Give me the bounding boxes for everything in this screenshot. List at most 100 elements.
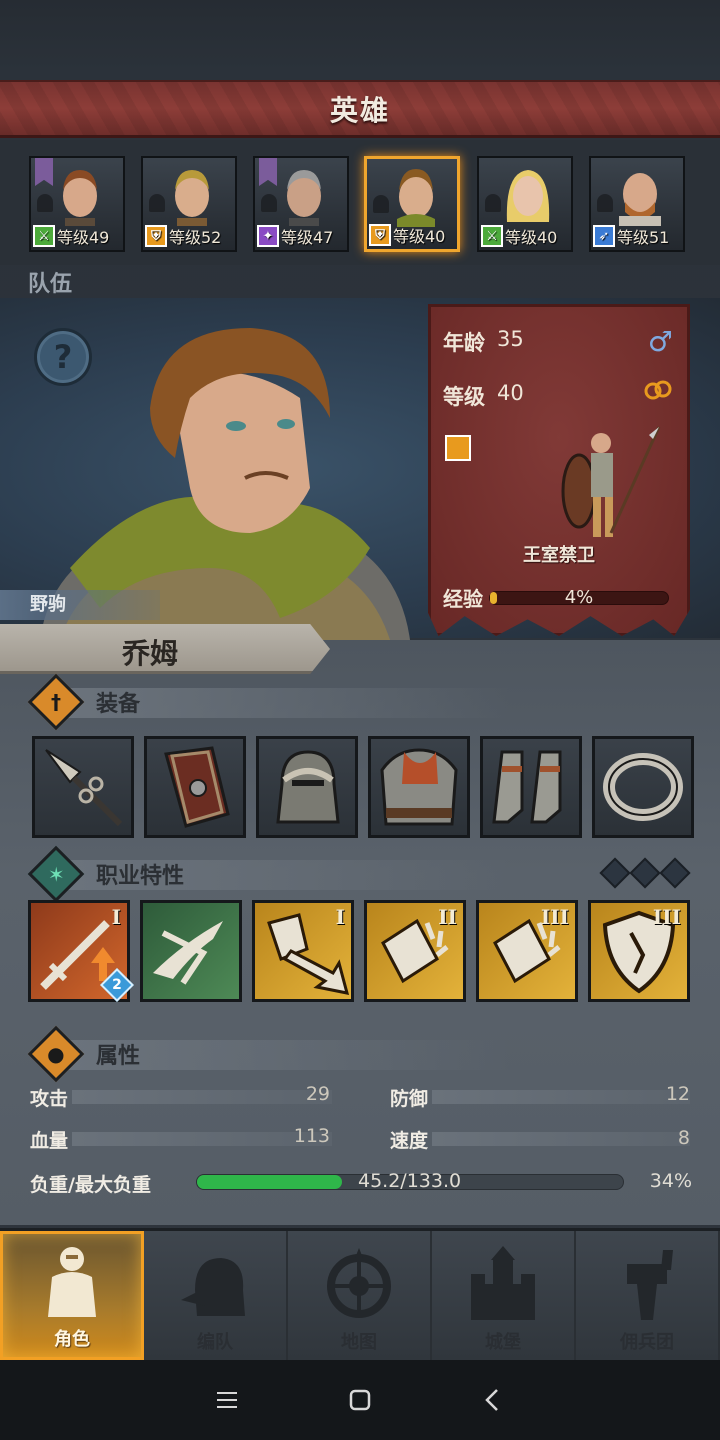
ring-icon[interactable] [643, 379, 673, 401]
person-icon: ● [27, 1025, 85, 1083]
skill-rank: I [111, 905, 121, 929]
mini-figure-icon [485, 194, 501, 212]
traits-title: 职业特性 [96, 864, 185, 889]
hero-name: 乔姆 [122, 637, 179, 670]
nav-mercenary[interactable]: 佣兵团 [576, 1231, 720, 1360]
equip-slot-weapon[interactable] [32, 736, 134, 838]
class-badge-icon: ➶ [593, 225, 615, 247]
home-button[interactable] [340, 1380, 380, 1420]
home-icon [349, 1389, 371, 1411]
page-title: 英雄 [329, 93, 390, 127]
defense-value: 12 [665, 1083, 690, 1105]
exp-bar: 4% [489, 587, 669, 608]
mini-figure-icon [37, 194, 53, 212]
skill-shield-bash-1[interactable]: I [252, 900, 354, 1002]
male-icon: ♂ [647, 325, 673, 358]
banner-flag-icon [35, 158, 53, 186]
nav-formation[interactable]: 编队 [144, 1231, 288, 1360]
level-label: 等级 [443, 385, 485, 409]
speed-value: 8 [677, 1127, 690, 1149]
hero-portrait [287, 170, 321, 226]
hero-portrait [619, 173, 661, 226]
equip-slot-armor[interactable] [368, 736, 470, 838]
menu-button[interactable] [207, 1380, 247, 1420]
age-value: 35 [497, 327, 524, 351]
trait-skills: I 2 I II III III [28, 900, 690, 1002]
load-fill [197, 1175, 342, 1189]
title-bar: 英雄 [0, 80, 720, 138]
skill-sword-strike[interactable]: I 2 [28, 900, 134, 1002]
team-label: 队伍 [28, 272, 73, 297]
skill-rank: III [540, 905, 569, 929]
ring-icon [603, 753, 683, 821]
hero-portrait [397, 169, 435, 227]
hero-card-3[interactable]: ✦ 等级47 [253, 156, 349, 252]
hero-card-1[interactable]: ⚔ 等级49 [29, 156, 125, 252]
equip-slot-shield[interactable] [144, 736, 246, 838]
nav-label: 城堡 [485, 1332, 521, 1353]
hero-level-text: 等级52 [169, 228, 222, 247]
armor-icon [380, 748, 458, 826]
back-button[interactable] [473, 1380, 513, 1420]
load-label: 负重/最大负重 [30, 1174, 151, 1196]
hero-card-4-selected[interactable]: ⛨ 等级40 [364, 156, 460, 252]
nav-label: 编队 [197, 1332, 233, 1353]
load-value: 45.2/133.0 [358, 1170, 462, 1192]
skill-rank: II [438, 905, 457, 929]
hero-card-2[interactable]: ⛨ 等级52 [141, 156, 237, 252]
hero-card-6[interactable]: ➶ 等级51 [589, 156, 685, 252]
gem-icon [659, 857, 691, 889]
system-nav-bar [0, 1360, 720, 1440]
skill-shield-bash-2[interactable]: II [364, 900, 466, 1002]
hero-portrait [63, 170, 97, 226]
equip-slot-boots[interactable] [480, 736, 582, 838]
traits-header: ✶ 职业特性 [27, 845, 690, 903]
equip-slot-helmet[interactable] [256, 736, 358, 838]
nav-castle[interactable]: 城堡 [432, 1231, 576, 1360]
equip-slot-ring[interactable] [592, 736, 694, 838]
skill-rank: III [652, 905, 681, 929]
trait-gems [599, 857, 691, 889]
compass-icon [327, 1248, 391, 1318]
nav-label: 佣兵团 [620, 1332, 674, 1353]
hero-info-panel: 年龄 35 ♂ 等级 40 王室禁卫 经验 4% [428, 304, 690, 636]
help-button[interactable]: ? [34, 328, 92, 386]
class-badge-icon: ⚔ [33, 225, 55, 247]
hero-card-5[interactable]: ⚔ 等级40 [477, 156, 573, 252]
mini-figure-icon [597, 194, 613, 212]
banner-icon [627, 1250, 673, 1320]
mini-figure-icon [261, 194, 277, 212]
class-badge-icon: ⛨ [145, 225, 167, 247]
shield-class-icon [445, 435, 471, 461]
nav-character[interactable]: 角色 [0, 1231, 144, 1360]
spear-icon [45, 749, 123, 827]
skill-shield-wall[interactable]: III [588, 900, 690, 1002]
skill-dash[interactable] [140, 900, 242, 1002]
nav-map[interactable]: 地图 [288, 1231, 432, 1360]
load-percent: 34% [649, 1170, 692, 1192]
hp-value: 113 [293, 1125, 330, 1147]
attributes-title: 属性 [96, 1044, 141, 1069]
hero-screen: 英雄 ⚔ 等级49 ⛨ 等级52 ✦ 等级47 ⛨ 等级40 ⚔ 等级40 ➶ … [0, 0, 720, 1440]
speed-label: 速度 [390, 1130, 429, 1152]
knight-icon [48, 1247, 96, 1317]
hero-level-text: 等级40 [393, 227, 446, 246]
exp-value: 4% [564, 586, 594, 608]
dash-icon [153, 921, 223, 985]
skill-shield-bash-3[interactable]: III [476, 900, 578, 1002]
royal-guard-figure [561, 426, 661, 537]
attributes-header: ● 属性 [27, 1025, 690, 1083]
helmet-icon [276, 750, 340, 824]
mini-figure-icon [373, 195, 389, 213]
hero-portrait [506, 170, 550, 222]
boots-icon [492, 750, 562, 824]
class-badge-icon: ✦ [257, 225, 279, 247]
class-badge-icon: ⛨ [369, 224, 391, 246]
hero-level-text: 等级49 [57, 228, 110, 247]
gem-icon [629, 857, 661, 889]
equipment-header: † 装备 [27, 673, 690, 731]
nav-label: 角色 [54, 1329, 90, 1350]
hero-portrait [175, 170, 209, 226]
back-icon [485, 1389, 499, 1411]
menu-icon [216, 1392, 237, 1408]
